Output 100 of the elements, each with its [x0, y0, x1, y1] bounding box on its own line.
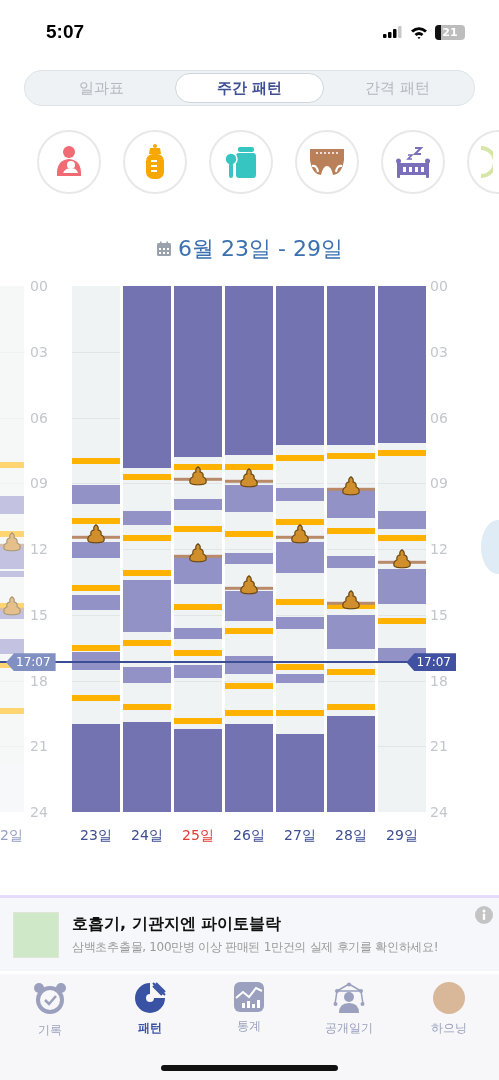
segment-tab[interactable]: 일과표 — [27, 73, 176, 103]
hour-label: 03 — [30, 344, 48, 359]
feeding-bar — [123, 570, 171, 577]
nap-block — [0, 496, 24, 514]
alarm-clock-icon — [32, 982, 67, 1016]
hour-label: 12 — [30, 542, 48, 556]
nap-block — [72, 485, 120, 505]
nap-block — [72, 542, 120, 558]
signal-icon — [383, 26, 403, 38]
feeding-bar — [225, 682, 273, 689]
avatar-placeholder — [433, 982, 466, 1014]
nap-block — [123, 667, 171, 683]
nap-block — [123, 510, 171, 525]
feeding-bar — [72, 458, 120, 465]
feeding-bar — [225, 463, 273, 470]
ad-banner[interactable]: 호흡기, 기관지엔 파이토블락 삼백초추출물, 100만병 이상 판매된 1만건의 실제 후기를 확인하세요! — [0, 895, 499, 971]
battery-indicator: 21 — [435, 24, 465, 40]
hour-label: 09 — [430, 476, 448, 491]
poop-line — [0, 543, 24, 547]
calendar-icon — [156, 241, 173, 257]
feeding-bar — [0, 708, 24, 715]
feeding-bar — [327, 452, 375, 459]
hour-label: 24 — [30, 805, 48, 819]
feeding-bar — [225, 530, 273, 537]
feeding-bar — [378, 618, 426, 625]
segment-tab[interactable]: 간격 패턴 — [323, 73, 472, 103]
poop-icon — [392, 548, 412, 569]
day-label: 23일 — [79, 827, 113, 845]
poop-icon — [2, 531, 22, 552]
date-range: 6월 23일 - 29일 — [178, 235, 343, 263]
feeding-bar — [327, 528, 375, 535]
feeding-bar — [276, 664, 324, 671]
poop-icon — [2, 596, 22, 617]
poop-icon — [86, 523, 106, 544]
feeding-bar — [72, 695, 120, 702]
nap-block — [174, 665, 222, 679]
segment-tab[interactable]: 주간 패턴 — [175, 73, 324, 103]
hour-label: 00 — [430, 279, 448, 293]
diaper-icon — [309, 148, 345, 176]
hour-label: 21 — [30, 739, 48, 754]
hour-label: 15 — [430, 607, 448, 622]
nap-block — [327, 614, 375, 649]
feeding-bar — [174, 463, 222, 470]
tab-bar-item[interactable]: 통계 — [199, 982, 300, 1035]
nap-block — [123, 579, 171, 633]
poop-icon — [239, 467, 259, 488]
feeding-bar — [225, 710, 273, 717]
feeding-bar — [123, 640, 171, 647]
feeding-bar — [174, 718, 222, 725]
day-label: 24일 — [130, 827, 164, 845]
hour-label: 06 — [430, 410, 448, 425]
poop-icon — [341, 475, 361, 496]
nap-block — [276, 673, 324, 683]
feeding-bar — [276, 518, 324, 525]
nap-block — [225, 485, 273, 512]
nap-block — [225, 553, 273, 565]
day-label: 25일 — [181, 827, 215, 845]
day-label: 29일 — [385, 827, 419, 845]
hour-label: 21 — [430, 739, 448, 754]
tab-bar-item[interactable]: 패턴 — [99, 982, 200, 1037]
feeding-bar — [123, 703, 171, 710]
nap-block — [225, 590, 273, 622]
feeding-bar — [0, 462, 24, 469]
time-tag: 17:07 — [406, 653, 456, 672]
tab-bar-item[interactable]: 하으닝 — [399, 982, 499, 1037]
feeding-bar — [72, 585, 120, 592]
ring-icon — [479, 146, 493, 178]
day-label: 2일 — [0, 827, 24, 845]
time-tag: 17:07 — [6, 653, 56, 672]
pie-chart-icon — [133, 982, 166, 1014]
feeding-bar — [0, 602, 24, 609]
feeding-bar — [72, 517, 120, 524]
feeding-bar — [174, 604, 222, 611]
bottle-icon — [144, 144, 166, 180]
baby-food-icon — [224, 145, 258, 179]
nap-block — [276, 487, 324, 501]
feeding-bar — [327, 668, 375, 675]
nap-block — [72, 595, 120, 611]
info-icon[interactable] — [475, 906, 493, 924]
tab-bar-item[interactable]: 공개일기 — [299, 982, 400, 1037]
feeding-bar — [378, 535, 426, 542]
nap-block — [378, 568, 426, 604]
day-label: 26일 — [232, 827, 266, 845]
nap-block — [327, 555, 375, 568]
feeding-bar — [378, 449, 426, 456]
feeding-bar — [123, 535, 171, 542]
feeding-bar — [276, 598, 324, 605]
poop-icon — [188, 465, 208, 486]
feeding-bar — [0, 530, 24, 537]
stats-chart-icon — [234, 982, 265, 1012]
nap-block — [0, 638, 24, 655]
nap-block — [378, 510, 426, 530]
feeding-bar — [225, 628, 273, 635]
hour-label: 24 — [430, 805, 448, 819]
poop-icon — [188, 542, 208, 563]
tab-bar-item[interactable]: 기록 — [0, 982, 100, 1039]
feeding-bar — [276, 710, 324, 717]
network-person-icon — [333, 982, 366, 1014]
wifi-icon — [410, 25, 428, 39]
poop-icon — [290, 523, 310, 544]
